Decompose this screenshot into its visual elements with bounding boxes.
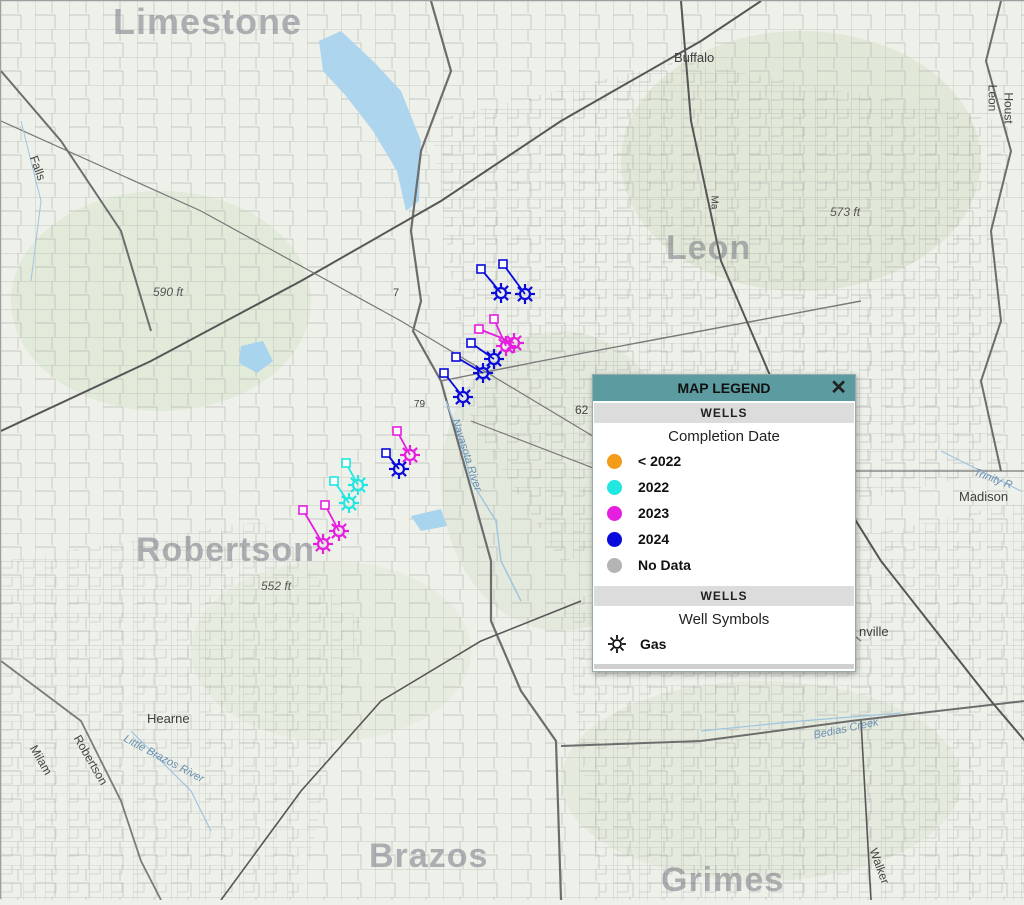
legend-item-label: < 2022 — [638, 453, 682, 469]
county-label-robertson: Robertson — [136, 531, 315, 569]
gas-well-icon — [608, 635, 626, 653]
legend-section-wells-symbols: WELLS — [594, 586, 854, 606]
town-label-nville: nville — [859, 624, 889, 639]
legend-item-no-data: No Data — [593, 552, 855, 578]
county-label-leon: Leon — [666, 229, 752, 267]
legend-title: MAP LEGEND — [677, 380, 771, 396]
legend-swatch — [607, 531, 622, 547]
road-label: Leon — [985, 84, 1000, 112]
legend-item-gas: Gas — [593, 631, 855, 657]
road-label: 79 — [414, 399, 426, 410]
legend-item-2024: 2024 — [593, 526, 855, 552]
map-legend-panel: MAP LEGEND ✕ WELLS Completion Date < 202… — [592, 374, 856, 672]
road-label: 7 — [393, 287, 400, 299]
elevation-label: 552 ft — [261, 579, 292, 593]
legend-swatch — [607, 479, 622, 495]
map-canvas[interactable]: Limestone Leon Robertson Brazos Grimes B… — [0, 0, 1024, 901]
road-label: 62 — [575, 403, 589, 417]
legend-item-label: 2024 — [638, 531, 670, 547]
close-icon[interactable]: ✕ — [830, 377, 847, 399]
legend-item-label: No Data — [638, 557, 691, 573]
legend-item-2022: 2022 — [593, 474, 855, 500]
elevation-label: 573 ft — [830, 205, 861, 219]
legend-item-label: Gas — [640, 636, 667, 652]
legend-swatch — [607, 453, 622, 469]
road-label: Ma — [708, 195, 720, 210]
legend-subtitle-well-symbols: Well Symbols — [678, 611, 770, 628]
basemap — [0, 0, 1024, 901]
legend-scrollbar[interactable] — [594, 664, 854, 669]
legend-item-label: 2023 — [638, 505, 670, 521]
county-label-grimes: Grimes — [661, 861, 785, 899]
elevation-label: 590 ft — [153, 285, 184, 299]
legend-subtitle-completion-date: Completion Date — [668, 428, 780, 445]
legend-section-wells: WELLS — [594, 403, 854, 423]
town-label-buffalo: Buffalo — [674, 50, 715, 65]
legend-swatch — [607, 505, 622, 521]
county-label-limestone: Limestone — [113, 1, 303, 42]
legend-swatch — [607, 557, 622, 573]
county-label-brazos: Brazos — [369, 837, 489, 875]
legend-item-lt2022: < 2022 — [593, 448, 855, 474]
road-label: Houst — [1001, 92, 1016, 124]
legend-item-2023: 2023 — [593, 500, 855, 526]
town-label-madison: Madison — [959, 489, 1009, 504]
legend-item-label: 2022 — [638, 479, 670, 495]
town-label-hearne: Hearne — [147, 711, 190, 726]
legend-header: MAP LEGEND ✕ — [593, 375, 855, 401]
